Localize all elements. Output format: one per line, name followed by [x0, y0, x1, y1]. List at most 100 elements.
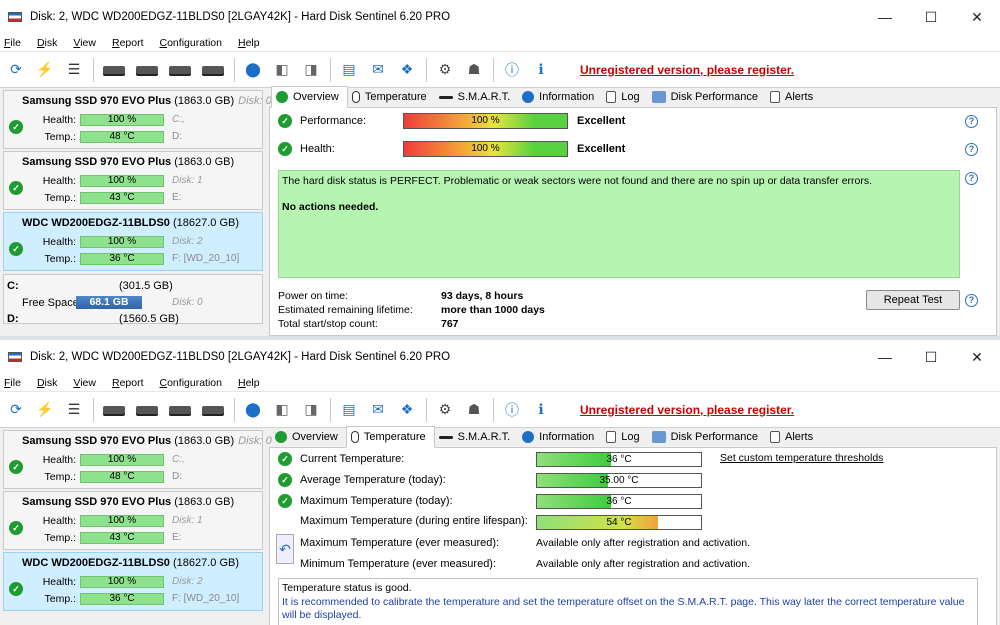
help-icon[interactable]: ⓘ — [500, 58, 524, 82]
tab-label: Log — [621, 91, 640, 103]
network-icon[interactable]: ⬤ — [241, 398, 265, 422]
disk-item-0[interactable]: Samsung SSD 970 EVO Plus (1863.0 GB) Disk… — [3, 90, 272, 149]
tab-overview[interactable]: Overview — [271, 86, 348, 108]
power-on-label: Power on time: — [278, 290, 349, 302]
performance-bar: 100 % — [403, 113, 568, 129]
menu-configuration[interactable]: Configuration — [160, 37, 222, 49]
tab-information[interactable]: Information — [518, 427, 602, 447]
info-icon[interactable]: ℹ — [529, 58, 553, 82]
help-icon[interactable]: ? — [965, 172, 978, 185]
title-bar[interactable]: Disk: 2, WDC WD200EDGZ-11BLDS0 [2LGAY42K… — [0, 0, 1000, 34]
tab-alerts[interactable]: Alerts — [766, 427, 821, 447]
tab-alerts[interactable]: Alerts — [766, 87, 821, 107]
alerts-icon[interactable]: ☗ — [462, 58, 486, 82]
export-icon[interactable]: ◨ — [299, 58, 323, 82]
tab-disk-performance[interactable]: Disk Performance — [648, 87, 766, 107]
menu-disk[interactable]: Disk — [37, 377, 57, 389]
alerts-icon[interactable]: ☗ — [462, 398, 486, 422]
max-today-bar: 36 °C — [536, 494, 702, 509]
menu-disk[interactable]: Disk — [37, 37, 57, 49]
tab-disk-performance[interactable]: Disk Performance — [648, 427, 766, 447]
tab-label: Log — [621, 431, 640, 443]
disk-test-icon[interactable] — [100, 398, 128, 422]
ok-check-icon: ✓ — [278, 452, 292, 466]
report-icon[interactable]: ▤ — [337, 58, 361, 82]
minimize-button[interactable]: — — [862, 340, 908, 374]
export-icon[interactable]: ◨ — [299, 398, 323, 422]
info-icon[interactable]: ℹ — [529, 398, 553, 422]
register-link[interactable]: Unregistered version, please register. — [580, 403, 794, 417]
disk-list-icon[interactable]: ☰ — [62, 398, 86, 422]
partition-disk-number: Disk: 0 — [172, 297, 203, 308]
close-button[interactable]: ✕ — [954, 0, 1000, 34]
disk-number: Disk: 2 — [172, 576, 203, 587]
menu-view[interactable]: View — [73, 37, 96, 49]
disk-surface-icon[interactable] — [199, 398, 227, 422]
tab-log[interactable]: Log — [602, 427, 647, 447]
window-title: Disk: 2, WDC WD200EDGZ-11BLDS0 [2LGAY42K… — [30, 11, 451, 23]
undo-icon[interactable]: ↶ — [276, 534, 294, 564]
menu-file[interactable]: File — [4, 37, 21, 49]
tab-bar: Overview Temperature S.M.A.R.T. Informat… — [269, 86, 997, 108]
disk-check-icon[interactable] — [166, 398, 194, 422]
temp-bar: 48 °C — [80, 471, 164, 483]
disk-item-2[interactable]: WDC WD200EDGZ-11BLDS0 (18627.0 GB) ✓ Hea… — [3, 212, 263, 271]
disk-list-icon[interactable]: ☰ — [62, 58, 86, 82]
maximize-button[interactable]: ☐ — [908, 340, 954, 374]
menu-report[interactable]: Report — [112, 377, 144, 389]
disk-test-icon[interactable] — [100, 58, 128, 82]
refresh-icon[interactable]: ⟳ — [4, 398, 28, 422]
help-icon[interactable]: ? — [965, 143, 978, 156]
disk-schedule-icon[interactable] — [133, 58, 161, 82]
help-icon[interactable]: ⓘ — [500, 398, 524, 422]
register-link[interactable]: Unregistered version, please register. — [580, 63, 794, 77]
disk-size: (1863.0 GB) — [174, 496, 235, 508]
tab-smart[interactable]: S.M.A.R.T. — [435, 427, 519, 447]
current-temp-fill — [537, 453, 611, 466]
disk-item-1[interactable]: Samsung SSD 970 EVO Plus (1863.0 GB) ✓ H… — [3, 151, 263, 210]
disk-item-0[interactable]: Samsung SSD 970 EVO Plus (1863.0 GB) Disk… — [3, 430, 272, 489]
email-icon[interactable]: ✉ — [366, 398, 390, 422]
maximize-button[interactable]: ☐ — [908, 0, 954, 34]
refresh-icon[interactable]: ⟳ — [4, 58, 28, 82]
help-icon[interactable]: ? — [965, 115, 978, 128]
help-icon[interactable]: ? — [965, 294, 978, 307]
tab-smart[interactable]: S.M.A.R.T. — [435, 87, 519, 107]
menu-report[interactable]: Report — [112, 37, 144, 49]
menu-bar: File Disk View Report Configuration Help — [0, 34, 1000, 52]
close-button[interactable]: ✕ — [954, 340, 1000, 374]
backup-icon[interactable]: ◧ — [270, 58, 294, 82]
minimize-button[interactable]: — — [862, 0, 908, 34]
tab-temperature[interactable]: Temperature — [345, 426, 435, 448]
title-bar[interactable]: Disk: 2, WDC WD200EDGZ-11BLDS0 [2LGAY42K… — [0, 340, 1000, 374]
menu-help[interactable]: Help — [238, 37, 260, 49]
network-icon[interactable]: ⬤ — [241, 58, 265, 82]
send-icon[interactable]: ❖ — [395, 58, 419, 82]
tab-information[interactable]: Information — [518, 87, 602, 107]
send-icon[interactable]: ❖ — [395, 398, 419, 422]
disk-item-2[interactable]: WDC WD200EDGZ-11BLDS0 (18627.0 GB) ✓ Hea… — [3, 552, 263, 611]
tab-overview[interactable]: Overview — [271, 427, 346, 447]
custom-thresholds-link[interactable]: Set custom temperature thresholds — [720, 452, 883, 464]
disk-surface-icon[interactable] — [199, 58, 227, 82]
repeat-test-button[interactable]: Repeat Test — [866, 290, 960, 310]
tab-log[interactable]: Log — [602, 87, 647, 107]
refresh-all-icon[interactable]: ⚡ — [33, 58, 57, 82]
menu-view[interactable]: View — [73, 377, 96, 389]
disk-check-icon[interactable] — [166, 58, 194, 82]
disk-number: Disk: 1 — [172, 175, 203, 186]
menu-help[interactable]: Help — [238, 377, 260, 389]
gear-icon[interactable]: ⚙ — [433, 58, 457, 82]
email-icon[interactable]: ✉ — [366, 58, 390, 82]
disk-schedule-icon[interactable] — [133, 398, 161, 422]
gear-icon[interactable]: ⚙ — [433, 398, 457, 422]
disk-item-1[interactable]: Samsung SSD 970 EVO Plus (1863.0 GB) ✓ H… — [3, 491, 263, 550]
menu-configuration[interactable]: Configuration — [160, 377, 222, 389]
ok-check-icon: ✓ — [9, 460, 23, 474]
menu-file[interactable]: File — [4, 377, 21, 389]
refresh-all-icon[interactable]: ⚡ — [33, 398, 57, 422]
tab-temperature[interactable]: Temperature — [348, 87, 435, 107]
performance-rating: Excellent — [577, 115, 626, 127]
backup-icon[interactable]: ◧ — [270, 398, 294, 422]
report-icon[interactable]: ▤ — [337, 398, 361, 422]
